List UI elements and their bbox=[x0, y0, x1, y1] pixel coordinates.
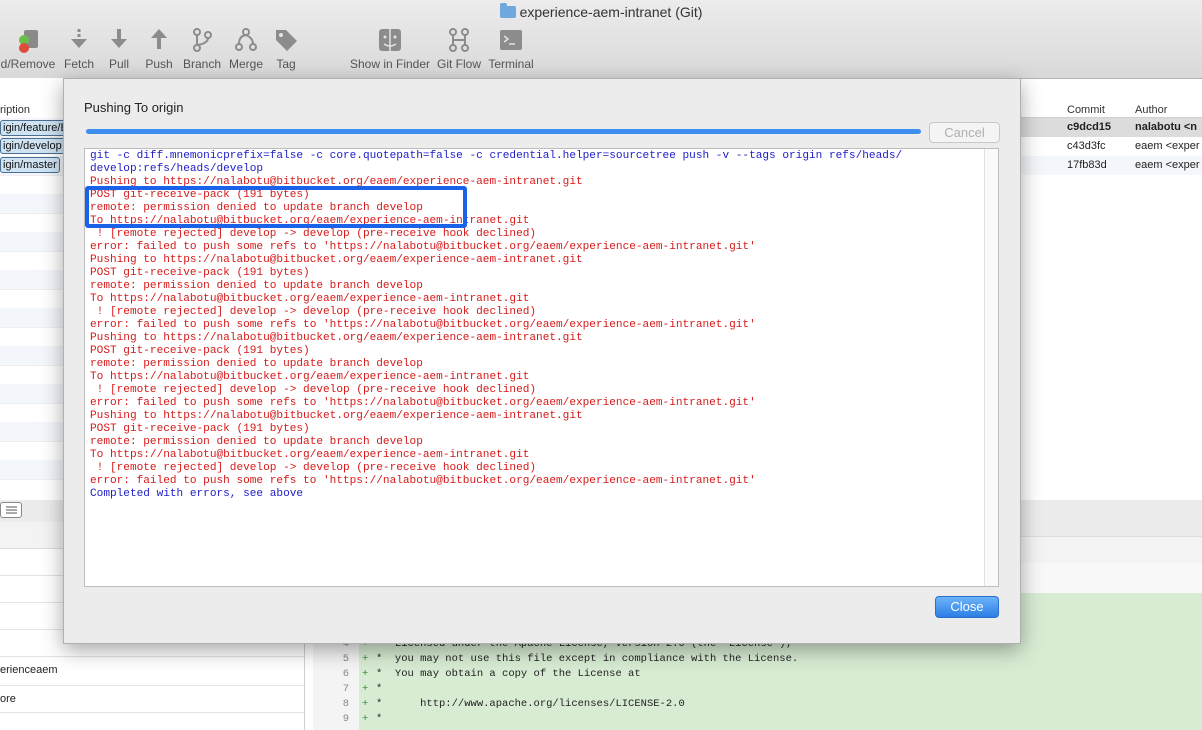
table-row bbox=[0, 270, 64, 290]
log-line: ! [remote rejected] develop -> develop (… bbox=[90, 462, 537, 474]
log-scrollbar[interactable] bbox=[984, 149, 998, 586]
commit-row[interactable]: c9dcd15 nalabotu <n bbox=[1019, 118, 1202, 137]
table-row[interactable]: igin/feature/E bbox=[0, 118, 66, 138]
log-line: develop:refs/heads/develop bbox=[90, 163, 264, 175]
log-line: Completed with errors, see above bbox=[90, 488, 304, 500]
commit-author: eaem <exper bbox=[1135, 140, 1200, 152]
table-row bbox=[0, 232, 64, 252]
log-line: error: failed to push some refs to 'http… bbox=[90, 397, 756, 409]
log-line: Pushing to https://nalabotu@bitbucket.or… bbox=[90, 332, 583, 344]
branch-tag: igin/develop bbox=[0, 138, 65, 154]
terminal-button[interactable]: Terminal bbox=[488, 26, 534, 71]
commit-column-header[interactable]: Commit bbox=[1067, 102, 1105, 118]
table-row bbox=[0, 308, 64, 328]
log-line: ! [remote rejected] develop -> develop (… bbox=[90, 228, 537, 240]
diff-line: 9 + * bbox=[342, 713, 383, 725]
terminal-icon bbox=[500, 30, 522, 50]
log-line: error: failed to push some refs to 'http… bbox=[90, 241, 756, 253]
branch-button[interactable]: Branch bbox=[182, 26, 222, 71]
table-row bbox=[0, 251, 64, 271]
commit-row[interactable]: 17fb83d eaem <exper bbox=[1019, 156, 1202, 175]
table-row[interactable]: igin/develop bbox=[0, 137, 65, 157]
fetch-icon bbox=[71, 29, 87, 48]
show-in-finder-button[interactable]: Show in Finder bbox=[348, 26, 432, 71]
commit-hash: 17fb83d bbox=[1067, 159, 1107, 171]
log-line: Pushing to https://nalabotu@bitbucket.or… bbox=[90, 410, 583, 422]
diff-line: 8 + * http://www.apache.org/licenses/LICEN… bbox=[342, 698, 685, 710]
table-row bbox=[0, 403, 64, 423]
branch-tag: igin/master bbox=[0, 157, 60, 173]
commit-author: eaem <exper bbox=[1135, 159, 1200, 171]
table-row bbox=[0, 422, 64, 442]
table-row bbox=[0, 175, 64, 195]
commit-row[interactable]: c43d3fc eaem <exper bbox=[1019, 137, 1202, 156]
list-view-icon[interactable] bbox=[0, 502, 22, 518]
log-line: git -c diff.mnemonicprefix=false -c core… bbox=[90, 150, 903, 162]
table-row bbox=[0, 441, 64, 461]
log-line: ! [remote rejected] develop -> develop (… bbox=[90, 384, 537, 396]
log-line: remote: permission denied to update bran… bbox=[90, 280, 423, 292]
table-row bbox=[0, 460, 64, 480]
push-dialog: Pushing To origin Cancel git -c diff.mne… bbox=[63, 78, 1021, 644]
pull-button[interactable]: Pull bbox=[104, 26, 134, 71]
table-row bbox=[0, 213, 64, 233]
log-line: ! [remote rejected] develop -> develop (… bbox=[90, 306, 537, 318]
merge-icon bbox=[235, 28, 257, 51]
log-line: Pushing to https://nalabotu@bitbucket.or… bbox=[90, 254, 583, 266]
author-column-header[interactable]: Author bbox=[1135, 102, 1167, 118]
push-progress-bar bbox=[86, 129, 921, 134]
log-line: error: failed to push some refs to 'http… bbox=[90, 475, 756, 487]
log-line: remote: permission denied to update bran… bbox=[90, 436, 423, 448]
window-title: experience-aem-intranet (Git) bbox=[0, 3, 1202, 20]
branch-tag: igin/feature/E bbox=[0, 120, 66, 136]
tag-button[interactable]: Tag bbox=[271, 26, 301, 71]
log-line: To https://nalabotu@bitbucket.org/eaem/e… bbox=[90, 449, 530, 461]
table-row[interactable]: igin/master bbox=[0, 156, 64, 176]
git-flow-button[interactable]: Git Flow bbox=[435, 26, 483, 71]
log-line: POST git-receive-pack (191 bytes) bbox=[90, 267, 310, 279]
table-row bbox=[0, 327, 64, 347]
diff-line: 6 + * You may obtain a copy of the License… bbox=[342, 668, 641, 680]
add-remove-icon bbox=[19, 30, 38, 53]
merge-button[interactable]: Merge bbox=[228, 26, 264, 71]
pull-icon bbox=[111, 29, 127, 48]
finder-icon bbox=[379, 29, 401, 51]
cancel-button[interactable]: Cancel bbox=[929, 122, 1000, 143]
push-button[interactable]: Push bbox=[143, 26, 175, 71]
log-line: error: failed to push some refs to 'http… bbox=[90, 319, 756, 331]
table-row bbox=[0, 384, 64, 404]
table-row bbox=[0, 194, 64, 214]
dialog-title: Pushing To origin bbox=[84, 100, 184, 115]
description-column-header[interactable]: ription bbox=[0, 102, 30, 118]
log-line: remote: permission denied to update bran… bbox=[90, 358, 423, 370]
diff-line: 5 + * you may not use this file except in … bbox=[342, 653, 799, 665]
table-row bbox=[0, 365, 64, 385]
branch-icon bbox=[193, 28, 212, 52]
window-titlebar: experience-aem-intranet (Git) d/Remove F… bbox=[0, 0, 1202, 79]
log-line: POST git-receive-pack (191 bytes) bbox=[90, 345, 310, 357]
fetch-button[interactable]: Fetch bbox=[62, 26, 96, 71]
commit-hash: c9dcd15 bbox=[1067, 121, 1112, 133]
list-item[interactable]: ore bbox=[0, 685, 304, 713]
table-row bbox=[0, 346, 64, 366]
tag-icon bbox=[276, 30, 297, 51]
log-line: POST git-receive-pack (191 bytes) bbox=[90, 423, 310, 435]
error-highlight-box bbox=[85, 186, 467, 228]
diff-line: 7 + * bbox=[342, 683, 383, 695]
table-row bbox=[0, 289, 64, 309]
commit-hash: c43d3fc bbox=[1067, 140, 1106, 152]
add-remove-button[interactable]: d/Remove bbox=[0, 26, 56, 71]
log-line: To https://nalabotu@bitbucket.org/eaem/e… bbox=[90, 371, 530, 383]
git-flow-icon bbox=[449, 28, 469, 52]
commit-author: nalabotu <n bbox=[1135, 121, 1198, 133]
push-icon bbox=[151, 29, 167, 49]
close-button[interactable]: Close bbox=[935, 596, 999, 618]
log-line: To https://nalabotu@bitbucket.org/eaem/e… bbox=[90, 293, 530, 305]
folder-icon bbox=[499, 3, 516, 18]
list-item[interactable]: erienceaem bbox=[0, 656, 304, 686]
